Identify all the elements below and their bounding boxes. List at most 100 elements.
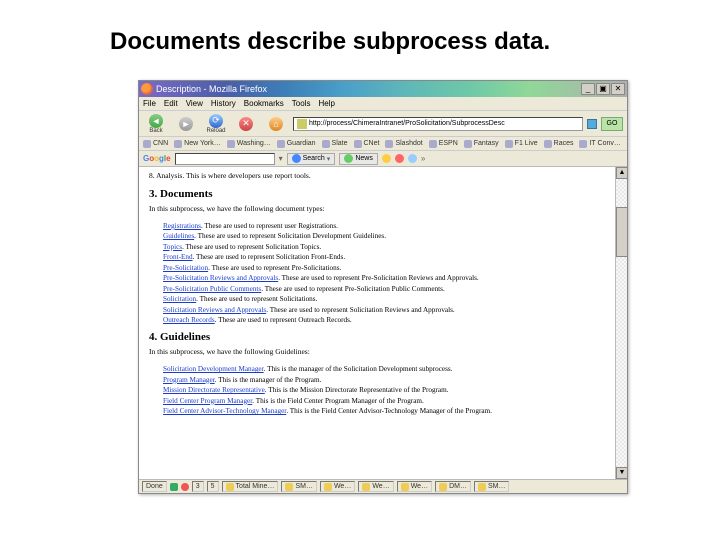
bookmark-icon — [143, 140, 151, 148]
status-done: Done — [142, 481, 167, 492]
guidelines-list: Solicitation Development Manager. This i… — [149, 364, 605, 416]
menu-tools[interactable]: Tools — [292, 99, 311, 108]
doc-link[interactable]: Topics — [163, 243, 182, 251]
reload-label: Reload — [206, 128, 225, 134]
bookmark-item[interactable]: Races — [544, 140, 574, 148]
menu-edit[interactable]: Edit — [164, 99, 178, 108]
reload-button[interactable]: ⟳ Reload — [203, 114, 229, 134]
guideline-link[interactable]: Solicitation Development Manager — [163, 365, 264, 373]
bookmark-item[interactable]: ESPN — [429, 140, 458, 148]
bookmark-icon — [464, 140, 472, 148]
doc-link[interactable]: Solicitation — [163, 295, 196, 303]
status-cell[interactable]: DM… — [435, 481, 471, 492]
bookmark-item[interactable]: Fantasy — [464, 140, 499, 148]
site-icon — [297, 119, 307, 129]
close-button[interactable]: ✕ — [611, 83, 625, 95]
bookmark-item[interactable]: CNN — [143, 140, 168, 148]
status-cell[interactable]: 3 — [192, 481, 204, 492]
home-button[interactable]: ⌂ — [263, 117, 289, 131]
list-item: Pre-Solicitation Reviews and Approvals. … — [163, 273, 605, 283]
guideline-link[interactable]: Mission Directorate Representative — [163, 386, 265, 394]
doc-link[interactable]: Outreach Records — [163, 316, 215, 324]
stop-button[interactable]: ✕ — [233, 117, 259, 131]
menu-view[interactable]: View — [186, 99, 203, 108]
google-news-button[interactable]: News — [339, 153, 378, 165]
toolbar-icon[interactable] — [408, 154, 417, 163]
window-titlebar[interactable]: Description - Mozilla Firefox _ ▣ ✕ — [139, 81, 627, 97]
bookmark-icon — [277, 140, 285, 148]
menu-history[interactable]: History — [211, 99, 236, 108]
status-cell[interactable]: We… — [397, 481, 432, 492]
menu-bar: File Edit View History Bookmarks Tools H… — [139, 97, 627, 111]
menu-file[interactable]: File — [143, 99, 156, 108]
news-icon — [344, 154, 353, 163]
go-button[interactable]: GO — [601, 117, 623, 131]
doc-link[interactable]: Pre-Solicitation Reviews and Approvals — [163, 274, 278, 282]
scroll-up-button[interactable]: ▲ — [616, 167, 628, 179]
status-cell[interactable]: We… — [320, 481, 355, 492]
list-item: Solicitation Development Manager. This i… — [163, 364, 605, 374]
status-cell[interactable]: SM… — [474, 481, 510, 492]
documents-heading: 3. Documents — [149, 188, 605, 200]
maximize-button[interactable]: ▣ — [596, 83, 610, 95]
rss-icon[interactable] — [587, 119, 597, 129]
list-item: Registrations. These are used to represe… — [163, 221, 605, 231]
bookmark-item[interactable]: Slashdot — [385, 140, 422, 148]
bookmark-item[interactable]: F1 Live — [505, 140, 538, 148]
guideline-link[interactable]: Field Center Advisor-Technology Manager — [163, 407, 286, 415]
doc-link[interactable]: Pre-Solicitation Public Comments — [163, 285, 261, 293]
forward-icon: ► — [179, 117, 193, 131]
nav-toolbar: ◄ Back ► ⟳ Reload ✕ ⌂ http://process/Chi… — [139, 111, 627, 137]
scroll-down-button[interactable]: ▼ — [616, 467, 628, 479]
status-item-icon — [226, 483, 234, 491]
status-cell[interactable]: SM… — [281, 481, 317, 492]
toolbar-icon[interactable] — [382, 154, 391, 163]
doc-link[interactable]: Guidelines — [163, 232, 194, 240]
back-button[interactable]: ◄ Back — [143, 114, 169, 134]
dropdown-icon[interactable]: ▾ — [279, 154, 283, 163]
list-item: Field Center Program Manager. This is th… — [163, 396, 605, 406]
bookmark-item[interactable]: Guardian — [277, 140, 316, 148]
list-item: Solicitation. These are used to represen… — [163, 294, 605, 304]
bookmarks-toolbar: CNN New York… Washing… Guardian Slate CN… — [139, 137, 627, 151]
bookmark-icon — [174, 140, 182, 148]
status-icon[interactable] — [170, 483, 178, 491]
scroll-thumb[interactable] — [616, 207, 628, 257]
bookmark-item[interactable]: Washing… — [227, 140, 271, 148]
list-item: Pre-Solicitation. These are used to repr… — [163, 263, 605, 273]
doc-link[interactable]: Front-End — [163, 253, 193, 261]
doc-link[interactable]: Solicitation Reviews and Approvals — [163, 306, 266, 314]
status-cell[interactable]: We… — [358, 481, 393, 492]
reload-icon: ⟳ — [209, 114, 223, 128]
bookmark-icon — [505, 140, 513, 148]
guidelines-heading: 4. Guidelines — [149, 331, 605, 343]
menu-help[interactable]: Help — [318, 99, 334, 108]
bookmark-item[interactable]: New York… — [174, 140, 221, 148]
toolbar-overflow-icon[interactable]: » — [421, 154, 425, 163]
stop-icon: ✕ — [239, 117, 253, 131]
minimize-button[interactable]: _ — [581, 83, 595, 95]
google-search-button[interactable]: Search▾ — [287, 153, 336, 165]
doc-link[interactable]: Pre-Solicitation — [163, 264, 208, 272]
bookmark-icon — [544, 140, 552, 148]
menu-bookmarks[interactable]: Bookmarks — [244, 99, 284, 108]
guideline-link[interactable]: Field Center Program Manager — [163, 397, 252, 405]
window-title: Description - Mozilla Firefox — [156, 84, 267, 94]
guideline-link[interactable]: Program Manager — [163, 376, 215, 384]
documents-intro: In this subprocess, we have the followin… — [149, 204, 605, 213]
vertical-scrollbar[interactable]: ▲ ▼ — [615, 167, 627, 479]
list-item: Mission Directorate Representative. This… — [163, 385, 605, 395]
status-cell[interactable]: 5 — [207, 481, 219, 492]
toolbar-icon[interactable] — [395, 154, 404, 163]
google-search-input[interactable] — [175, 153, 275, 165]
status-cell[interactable]: Total Mine… — [222, 481, 279, 492]
list-item: Pre-Solicitation Public Comments. These … — [163, 284, 605, 294]
bookmark-item[interactable]: IT Conv… — [579, 140, 620, 148]
bookmark-item[interactable]: CNet — [354, 140, 380, 148]
bookmark-item[interactable]: Slate — [322, 140, 348, 148]
forward-button[interactable]: ► — [173, 117, 199, 131]
doc-link[interactable]: Registrations — [163, 222, 201, 230]
status-icon[interactable] — [181, 483, 189, 491]
status-item-icon — [478, 483, 486, 491]
address-bar[interactable]: http://process/ChimeraIntranet/ProSolici… — [293, 117, 583, 131]
